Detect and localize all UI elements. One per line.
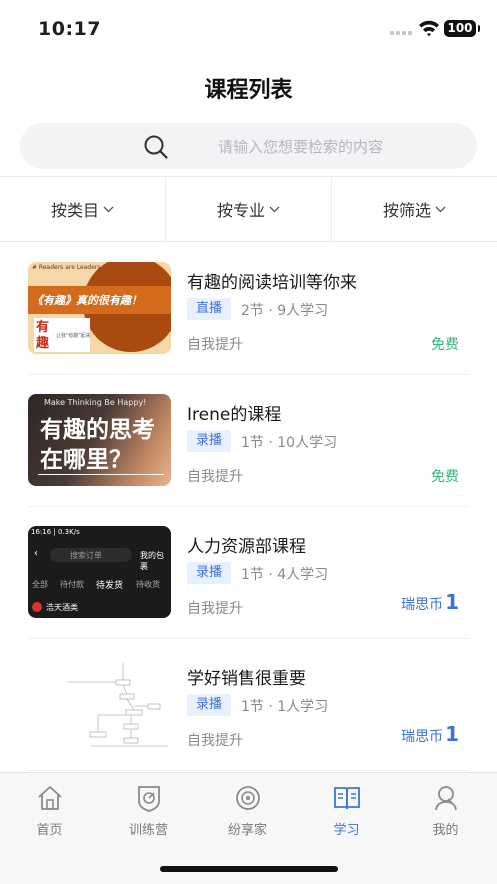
search-input[interactable]: 请输入您想要检索的内容 bbox=[20, 123, 477, 169]
course-thumbnail bbox=[28, 658, 171, 750]
cellular-signal-icon bbox=[390, 31, 412, 37]
user-icon bbox=[434, 786, 457, 811]
home-icon bbox=[37, 786, 62, 810]
filter-bar: 按类目 按专业 按筛选 bbox=[0, 176, 497, 242]
course-title: 人力资源部课程 bbox=[187, 537, 306, 557]
disc-icon bbox=[235, 786, 260, 810]
price-value: 1 bbox=[445, 590, 459, 614]
search-placeholder: 请输入您想要检索的内容 bbox=[218, 138, 384, 156]
filter-category[interactable]: 按类目 bbox=[0, 177, 165, 241]
price-label: 瑞思币 bbox=[401, 597, 444, 613]
status-time: 10:17 bbox=[38, 18, 101, 40]
course-type-badge: 录播 bbox=[187, 430, 232, 452]
filter-major-label: 按专业 bbox=[216, 201, 265, 220]
course-price: 免费 bbox=[431, 337, 459, 353]
course-type-badge: 录播 bbox=[187, 562, 232, 584]
filter-screen[interactable]: 按筛选 bbox=[332, 177, 497, 241]
status-bar: 10:17 100 bbox=[0, 0, 497, 60]
tab-training-label: 训练营 bbox=[128, 823, 168, 838]
tab-mine-label: 我的 bbox=[432, 823, 459, 838]
course-meta: 2节 · 9人学习 bbox=[241, 303, 329, 319]
course-thumbnail: # Readers are Leaders 《有趣》真的很有趣！ 有趣 让我"有… bbox=[28, 262, 171, 354]
tab-training[interactable]: 训练营 bbox=[99, 783, 198, 843]
course-price: 瑞思币 1 bbox=[401, 722, 459, 746]
tab-home[interactable]: 首页 bbox=[0, 783, 99, 843]
tab-study-label: 学习 bbox=[333, 823, 360, 838]
tab-mine[interactable]: 我的 bbox=[396, 783, 495, 843]
course-category: 自我提升 bbox=[187, 337, 243, 353]
battery-icon: 100 bbox=[444, 20, 480, 37]
tab-home-label: 首页 bbox=[36, 823, 63, 838]
chevron-down-icon bbox=[103, 206, 114, 213]
tab-share-label: 纷享家 bbox=[227, 823, 267, 838]
course-category: 自我提升 bbox=[187, 601, 243, 617]
course-title: Irene的课程 bbox=[187, 405, 282, 425]
book-icon bbox=[333, 787, 360, 810]
course-meta: 1节 · 10人学习 bbox=[241, 435, 338, 451]
course-price: 瑞思币 1 bbox=[401, 590, 459, 614]
price-label: 瑞思币 bbox=[401, 729, 444, 745]
home-indicator bbox=[160, 866, 338, 872]
course-category: 自我提升 bbox=[187, 469, 243, 485]
course-meta: 1节 · 4人学习 bbox=[241, 567, 329, 583]
course-title: 有趣的阅读培训等你来 bbox=[187, 273, 357, 293]
tab-study[interactable]: 学习 bbox=[297, 783, 396, 843]
course-type-badge: 直播 bbox=[187, 298, 232, 320]
course-item[interactable]: 16:16 | 0.3K/s ‹ 搜索订单 我的包裹 全部 待付款 待发货 待收… bbox=[28, 506, 469, 639]
course-item[interactable]: Make Thinking Be Happy! 有趣的思考 在哪里？ Irene… bbox=[28, 374, 469, 507]
course-thumbnail: 16:16 | 0.3K/s ‹ 搜索订单 我的包裹 全部 待付款 待发货 待收… bbox=[28, 526, 171, 618]
filter-category-label: 按类目 bbox=[50, 201, 99, 220]
course-price: 免费 bbox=[431, 469, 459, 485]
price-value: 1 bbox=[445, 722, 459, 746]
course-category: 自我提升 bbox=[187, 733, 243, 749]
chevron-down-icon bbox=[435, 206, 446, 213]
search-icon bbox=[144, 135, 168, 159]
flowchart-image bbox=[68, 663, 168, 747]
filter-screen-label: 按筛选 bbox=[382, 201, 431, 220]
filter-major[interactable]: 按专业 bbox=[166, 177, 331, 241]
course-item[interactable]: 学好销售很重要 录播 1节 · 1人学习 自我提升 瑞思币 1 bbox=[28, 638, 469, 771]
course-thumbnail: Make Thinking Be Happy! 有趣的思考 在哪里？ bbox=[28, 394, 171, 486]
chevron-down-icon bbox=[269, 206, 280, 213]
page-title: 课程列表 bbox=[204, 78, 293, 103]
wifi-icon bbox=[419, 20, 439, 37]
course-type-badge: 录播 bbox=[187, 694, 232, 716]
course-meta: 1节 · 1人学习 bbox=[241, 699, 329, 715]
course-title: 学好销售很重要 bbox=[187, 669, 306, 689]
badge-icon bbox=[137, 786, 160, 812]
course-item[interactable]: # Readers are Leaders 《有趣》真的很有趣！ 有趣 让我"有… bbox=[28, 242, 469, 375]
tab-share[interactable]: 纷享家 bbox=[198, 783, 297, 843]
